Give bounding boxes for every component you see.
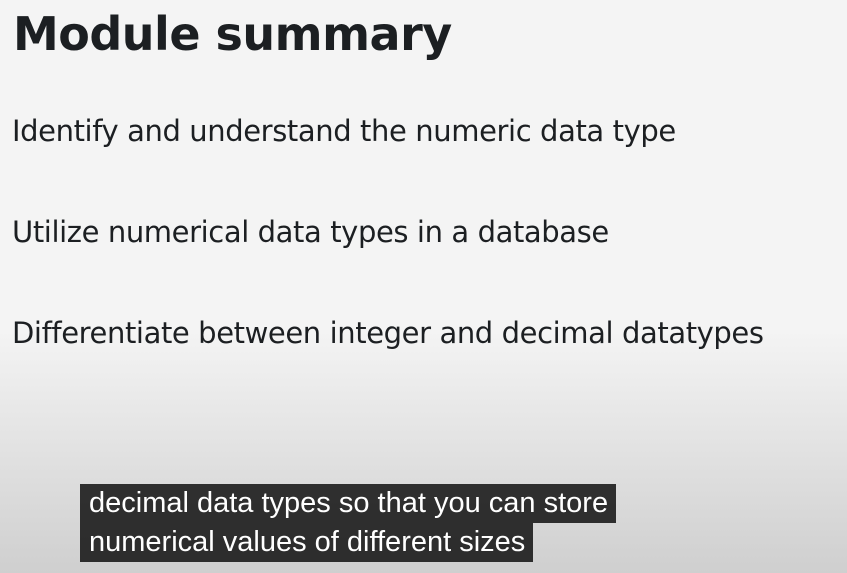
caption-line: decimal data types so that you can store (80, 484, 617, 523)
objective-item: Identify and understand the numeric data… (12, 114, 676, 148)
video-frame[interactable]: Module summary Identify and understand t… (0, 0, 847, 573)
caption-line: numerical values of different sizes (80, 523, 534, 562)
objective-item: Utilize numerical data types in a databa… (12, 215, 609, 249)
subtitle-caption: decimal data types so that you can store… (80, 484, 617, 562)
objective-item: Differentiate between integer and decima… (12, 316, 764, 350)
slide-title: Module summary (13, 7, 452, 61)
